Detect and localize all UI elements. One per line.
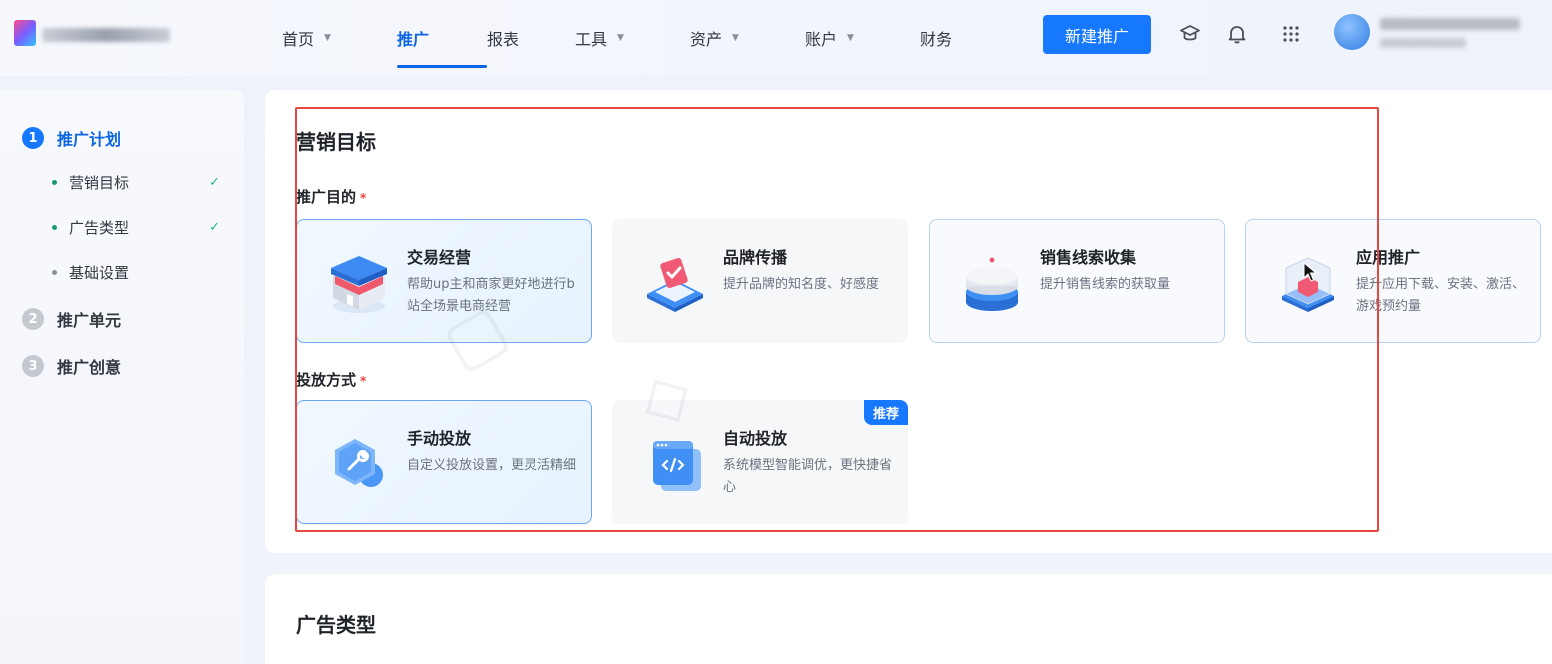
recommended-badge: 推荐 xyxy=(863,400,908,425)
shopping-box-icon xyxy=(331,256,387,313)
avatar[interactable] xyxy=(1334,14,1370,50)
graduation-cap-icon[interactable] xyxy=(1178,22,1202,46)
code-window-icon xyxy=(653,441,701,491)
card-description: 提升应用下载、安装、激活、游戏预约量 xyxy=(1356,277,1526,314)
substep-basic-settings[interactable]: 基础设置 xyxy=(52,262,220,283)
step-number: 2 xyxy=(22,308,44,330)
card-title: 品牌传播 xyxy=(723,248,788,267)
card-description: 帮助up主和商家更好地进行b站全场景电商经营 xyxy=(407,277,575,314)
step-label: 推广创意 xyxy=(57,358,122,377)
bell-icon[interactable] xyxy=(1225,22,1249,46)
step-promotion-creative[interactable]: 3 推广创意 xyxy=(22,354,121,378)
section-title-marketing-goal: 营销目标 xyxy=(296,130,376,154)
delivery-card-manual[interactable]: 手动投放 自定义投放设置，更灵活精细 xyxy=(296,400,592,524)
nav-item-assets[interactable]: 资产 ▼ xyxy=(690,0,805,76)
nav-item-label: 工具 xyxy=(575,30,608,49)
username-blurred xyxy=(1380,18,1520,30)
nav-item-tools[interactable]: 工具 ▼ xyxy=(575,0,690,76)
nav-item-promotion[interactable]: 推广 xyxy=(397,0,487,76)
substep-dot xyxy=(52,225,57,230)
steps-sidebar: 1 推广计划 营销目标 ✓ 广告类型 ✓ 基础设置 2 推广单元 3 推广创意 xyxy=(0,90,244,664)
wrench-hexagon-icon xyxy=(335,439,383,487)
delivery-label-text: 投放方式 xyxy=(296,371,357,389)
nav-item-account[interactable]: 账户 ▼ xyxy=(805,0,920,76)
purpose-card-leads[interactable]: 销售线索收集 提升销售线索的获取量 xyxy=(929,219,1225,343)
step-label: 推广单元 xyxy=(57,311,122,330)
substep-dot xyxy=(52,180,57,185)
step-promotion-unit[interactable]: 2 推广单元 xyxy=(22,307,121,331)
check-icon: ✓ xyxy=(209,220,220,235)
substep-label: 营销目标 xyxy=(69,174,130,192)
substep-ad-type[interactable]: 广告类型 ✓ xyxy=(52,217,220,238)
apps-grid-icon[interactable] xyxy=(1279,22,1303,46)
card-title: 销售线索收集 xyxy=(1040,248,1137,267)
card-title: 自动投放 xyxy=(723,429,788,448)
required-mark: * xyxy=(360,191,367,205)
substep-label: 基础设置 xyxy=(69,264,130,282)
top-navbar: 首页 ▼ 推广 报表 工具 ▼ 资产 ▼ 账户 ▼ 财务 新建推广 xyxy=(0,0,1552,76)
check-icon: ✓ xyxy=(209,175,220,190)
caret-down-icon: ▼ xyxy=(732,33,739,43)
mouse-cursor-icon xyxy=(1303,262,1317,282)
delivery-card-auto[interactable]: 自动投放 系统模型智能调优，更快捷省心 推荐 xyxy=(612,400,908,524)
app-cube-icon xyxy=(1282,257,1334,312)
card-title: 交易经营 xyxy=(407,248,472,267)
caret-down-icon: ▼ xyxy=(324,33,331,43)
required-mark: * xyxy=(360,374,367,388)
nav-item-label: 推广 xyxy=(397,30,430,49)
card-description: 提升销售线索的获取量 xyxy=(1040,277,1171,292)
purpose-card-app[interactable]: 应用推广 提升应用下载、安装、激活、游戏预约量 xyxy=(1245,219,1541,343)
nav-item-finance[interactable]: 财务 xyxy=(920,0,1000,76)
card-description: 自定义投放设置，更灵活精细 xyxy=(407,458,577,473)
step-promotion-plan[interactable]: 1 推广计划 xyxy=(22,126,121,150)
leads-stack-icon xyxy=(966,257,1018,311)
user-id-blurred xyxy=(1380,38,1466,48)
card-description: 系统模型智能调优，更快捷省心 xyxy=(723,458,893,495)
nav-item-label: 首页 xyxy=(282,30,315,49)
step-number: 1 xyxy=(22,127,44,149)
substep-marketing-goal[interactable]: 营销目标 ✓ xyxy=(52,172,220,193)
section-title-ad-type: 广告类型 xyxy=(296,613,376,637)
nav-item-label: 财务 xyxy=(920,30,953,49)
substep-dot xyxy=(52,270,57,275)
step-label: 推广计划 xyxy=(57,130,122,149)
caret-down-icon: ▼ xyxy=(847,33,854,43)
delivery-label: 投放方式 * xyxy=(296,369,366,390)
logo-text-blurred xyxy=(42,28,170,42)
nav-item-home[interactable]: 首页 ▼ xyxy=(282,0,397,76)
step-number: 3 xyxy=(22,355,44,377)
nav-item-label: 账户 xyxy=(805,30,838,49)
substep-label: 广告类型 xyxy=(69,219,130,237)
purpose-card-brand[interactable]: 品牌传播 提升品牌的知名度、好感度 xyxy=(612,219,908,343)
nav-item-label: 报表 xyxy=(487,30,520,49)
card-title: 手动投放 xyxy=(407,429,472,448)
logo[interactable] xyxy=(14,18,174,50)
purpose-label-text: 推广目的 xyxy=(296,188,357,206)
main-nav: 首页 ▼ 推广 报表 工具 ▼ 资产 ▼ 账户 ▼ 财务 xyxy=(282,0,1000,76)
nav-item-reports[interactable]: 报表 xyxy=(487,0,575,76)
new-promotion-button[interactable]: 新建推广 xyxy=(1043,15,1151,54)
ad-type-panel xyxy=(265,574,1552,664)
card-title: 应用推广 xyxy=(1356,248,1421,267)
logo-mark-icon xyxy=(14,20,36,46)
purpose-card-trade[interactable]: 交易经营 帮助up主和商家更好地进行b站全场景电商经营 xyxy=(296,219,592,343)
brand-heart-card-icon xyxy=(647,258,703,312)
card-description: 提升品牌的知名度、好感度 xyxy=(723,277,880,292)
purpose-label: 推广目的 * xyxy=(296,186,366,207)
nav-item-label: 资产 xyxy=(690,30,723,49)
caret-down-icon: ▼ xyxy=(617,33,624,43)
